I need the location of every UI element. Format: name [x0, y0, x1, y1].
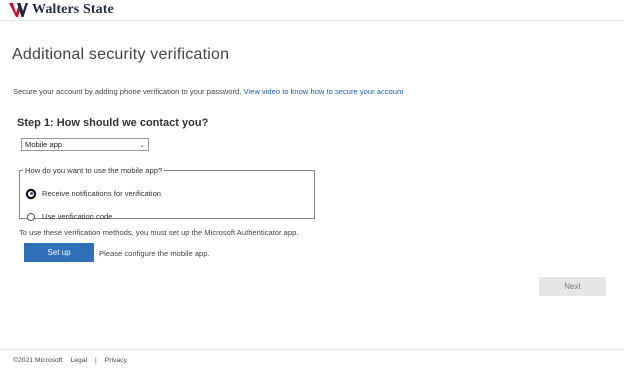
page-title: Additional security verification — [12, 46, 230, 63]
footer-divider — [0, 349, 624, 350]
option-code-label: Use verification code — [42, 212, 113, 221]
brand-name: Walters State — [32, 2, 114, 17]
intro-text: Secure your account by adding phone veri… — [13, 87, 242, 96]
setup-button[interactable]: Set up — [24, 243, 94, 262]
footer: ©2021 Microsoft Legal | Privacy — [13, 357, 133, 364]
configure-note: Please configure the mobile app. — [99, 249, 210, 258]
footer-separator: | — [95, 357, 97, 364]
select-value: Mobile app — [25, 140, 63, 149]
chevron-down-icon: ⌄ — [139, 142, 145, 149]
contact-method-select[interactable]: Mobile app ⌄ — [21, 138, 149, 151]
option-notifications[interactable]: Receive notifications for verification — [27, 189, 161, 198]
next-button[interactable]: Next — [539, 277, 606, 296]
intro-paragraph: Secure your account by adding phone veri… — [13, 87, 403, 96]
mobile-app-legend: How do you want to use the mobile app? — [25, 166, 163, 175]
option-verification-code[interactable]: Use verification code — [27, 212, 113, 221]
wscc-logo-icon — [9, 3, 28, 17]
radio-verification-code[interactable] — [27, 212, 35, 221]
copyright-text: ©2021 Microsoft — [13, 357, 63, 364]
mobile-app-fieldset: How do you want to use the mobile app? R… — [19, 166, 315, 221]
video-link[interactable]: View video to know how to secure your ac… — [244, 87, 404, 96]
header-bar: Walters State — [0, 0, 624, 21]
brand-logo[interactable]: Walters State — [9, 2, 114, 18]
legal-link[interactable]: Legal — [70, 357, 87, 364]
step1-heading: Step 1: How should we contact you? — [17, 117, 209, 129]
authenticator-note: To use these verification methods, you m… — [19, 228, 299, 237]
option-notifications-label: Receive notifications for verification — [42, 189, 162, 198]
privacy-link[interactable]: Privacy — [105, 357, 127, 364]
radio-notifications[interactable] — [27, 189, 35, 198]
